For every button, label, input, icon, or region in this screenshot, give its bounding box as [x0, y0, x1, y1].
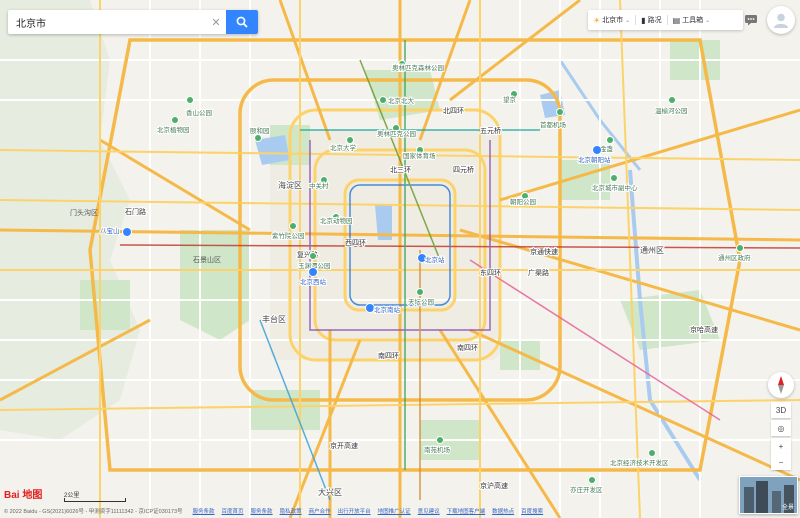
- svg-text:北京朝阳站: 北京朝阳站: [578, 155, 611, 164]
- search-icon: [236, 16, 248, 28]
- 3d-toggle-button[interactable]: 3D: [771, 402, 791, 418]
- svg-text:北京西站: 北京西站: [300, 277, 327, 286]
- footer-link-promo[interactable]: 地图推广认证: [378, 507, 411, 515]
- copyright-text: © 2022 Baidu - GS(2021)6026号 - 甲测资字11111…: [4, 509, 183, 515]
- footer-link-home[interactable]: 百度首页: [222, 507, 244, 515]
- footer-link-partner[interactable]: 商户合作: [309, 507, 331, 515]
- traffic-icon: ▮: [641, 15, 646, 25]
- svg-text:北三环: 北三环: [390, 166, 411, 174]
- svg-text:京开高速: 京开高速: [330, 441, 358, 450]
- svg-text:南四环: 南四环: [378, 351, 399, 360]
- baidu-map-logo[interactable]: Bai 地图: [4, 486, 42, 501]
- svg-text:西四环: 西四环: [345, 239, 366, 247]
- svg-text:通州区政府: 通州区政府: [718, 253, 751, 262]
- 3d-label: 3D: [775, 405, 787, 415]
- footer-link-data[interactable]: 数据热点: [492, 507, 514, 515]
- svg-text:奥林匹克森林公园: 奥林匹克森林公园: [392, 63, 444, 72]
- chevron-down-icon: ⌄: [705, 17, 711, 24]
- toolbox-icon: ▤: [672, 15, 681, 25]
- svg-text:温榆河公园: 温榆河公园: [655, 106, 688, 115]
- sun-icon: ☀: [593, 15, 601, 25]
- svg-text:北京北大: 北京北大: [388, 96, 415, 105]
- svg-text:广渠路: 广渠路: [528, 268, 549, 277]
- svg-text:颐和园: 颐和园: [250, 126, 270, 135]
- svg-text:中关村: 中关村: [309, 181, 329, 190]
- svg-text:北四环: 北四环: [443, 107, 464, 115]
- svg-text:北京南站: 北京南站: [374, 305, 401, 314]
- city-label: 北京市: [602, 17, 624, 24]
- footer-link-download[interactable]: 下载地图客户端: [447, 507, 486, 515]
- svg-text:北京经济技术开发区: 北京经济技术开发区: [610, 458, 669, 467]
- svg-text:望京: 望京: [503, 95, 517, 104]
- traffic-button[interactable]: ▮ 路况: [636, 10, 666, 30]
- message-icon: [745, 15, 757, 26]
- map-canvas[interactable]: 门头沟区 海淀区 石景山区 丰台区 通州区 大兴区 北三环 四元桥 五元桥 复兴…: [0, 0, 800, 518]
- svg-text:亦庄开发区: 亦庄开发区: [570, 485, 603, 494]
- footer-link-search[interactable]: 百度搜索: [521, 507, 543, 515]
- svg-text:京沪高速: 京沪高速: [480, 481, 508, 490]
- svg-text:北京站: 北京站: [425, 255, 445, 264]
- svg-text:大兴区: 大兴区: [318, 487, 342, 497]
- svg-text:八宝山: 八宝山: [100, 226, 120, 235]
- scale-bar: [64, 498, 126, 502]
- search-button[interactable]: [226, 10, 258, 34]
- svg-text:朝阳公园: 朝阳公园: [510, 197, 536, 206]
- city-selector[interactable]: ☀ 北京市 ⌄: [588, 10, 635, 30]
- svg-text:石景山区: 石景山区: [193, 255, 221, 264]
- close-icon: ✕: [211, 16, 221, 29]
- svg-text:北京大学: 北京大学: [330, 143, 357, 152]
- footer-link-feedback[interactable]: 意见建议: [418, 507, 440, 515]
- svg-text:京通快速: 京通快速: [530, 247, 558, 256]
- svg-text:奥林匹克公园: 奥林匹克公园: [377, 129, 416, 138]
- svg-text:北京城市副中心: 北京城市副中心: [592, 183, 638, 192]
- search-box: ✕: [8, 10, 258, 34]
- svg-text:紫竹院公园: 紫竹院公园: [272, 231, 305, 240]
- svg-text:南四环: 南四环: [457, 343, 478, 352]
- user-avatar[interactable]: [767, 6, 795, 34]
- footer-link-service[interactable]: 服务条款: [251, 507, 273, 515]
- svg-text:天坛公园: 天坛公园: [408, 297, 434, 306]
- locate-button[interactable]: ◎: [771, 420, 791, 436]
- toolbox-label: 工具箱: [682, 17, 704, 24]
- svg-text:四元桥: 四元桥: [453, 165, 474, 174]
- logo-text: Bai 地图: [4, 490, 43, 501]
- svg-text:石门路: 石门路: [125, 207, 146, 216]
- toolbox-button[interactable]: ▤ 工具箱 ⌄: [668, 10, 716, 30]
- user-icon: [774, 13, 788, 28]
- compass-button[interactable]: [768, 372, 794, 398]
- zoom-in-button[interactable]: +: [771, 438, 791, 454]
- footer: © 2022 Baidu - GS(2021)6026号 - 甲测资字11111…: [0, 504, 800, 518]
- svg-text:国家体育场: 国家体育场: [403, 151, 436, 160]
- zoom-out-button[interactable]: −: [771, 454, 791, 470]
- svg-text:通州区: 通州区: [640, 245, 664, 255]
- svg-text:海淀区: 海淀区: [278, 180, 302, 190]
- district-label: 门头沟区: [70, 208, 98, 217]
- footer-link-open[interactable]: 出行开放平台: [338, 507, 371, 515]
- chevron-down-icon: ⌄: [625, 17, 631, 24]
- svg-text:南苑机场: 南苑机场: [424, 445, 451, 454]
- clear-search-button[interactable]: ✕: [206, 10, 226, 34]
- svg-text:首都机场: 首都机场: [540, 120, 567, 129]
- svg-text:京哈高速: 京哈高速: [690, 325, 718, 334]
- plus-icon: +: [778, 441, 784, 451]
- svg-text:五元桥: 五元桥: [480, 126, 501, 135]
- minus-icon: −: [778, 457, 784, 467]
- locate-icon: ◎: [777, 423, 785, 433]
- svg-text:东四环: 东四环: [480, 268, 501, 277]
- svg-text:北京动物园: 北京动物园: [320, 216, 353, 225]
- svg-text:金盏: 金盏: [600, 144, 614, 153]
- svg-text:香山公园: 香山公园: [186, 108, 212, 117]
- map-toolbar: ☀ 北京市 ⌄ ▮ 路况 ▤ 工具箱 ⌄: [588, 10, 743, 30]
- traffic-label: 路况: [647, 17, 662, 24]
- footer-link-privacy[interactable]: 隐私政策: [280, 507, 302, 515]
- svg-text:丰台区: 丰台区: [262, 314, 286, 324]
- message-button[interactable]: [741, 10, 761, 30]
- svg-text:北京植物园: 北京植物园: [157, 125, 190, 134]
- compass-icon: [778, 376, 784, 394]
- search-input[interactable]: [8, 10, 206, 34]
- footer-link-terms[interactable]: 服务条款: [193, 507, 215, 515]
